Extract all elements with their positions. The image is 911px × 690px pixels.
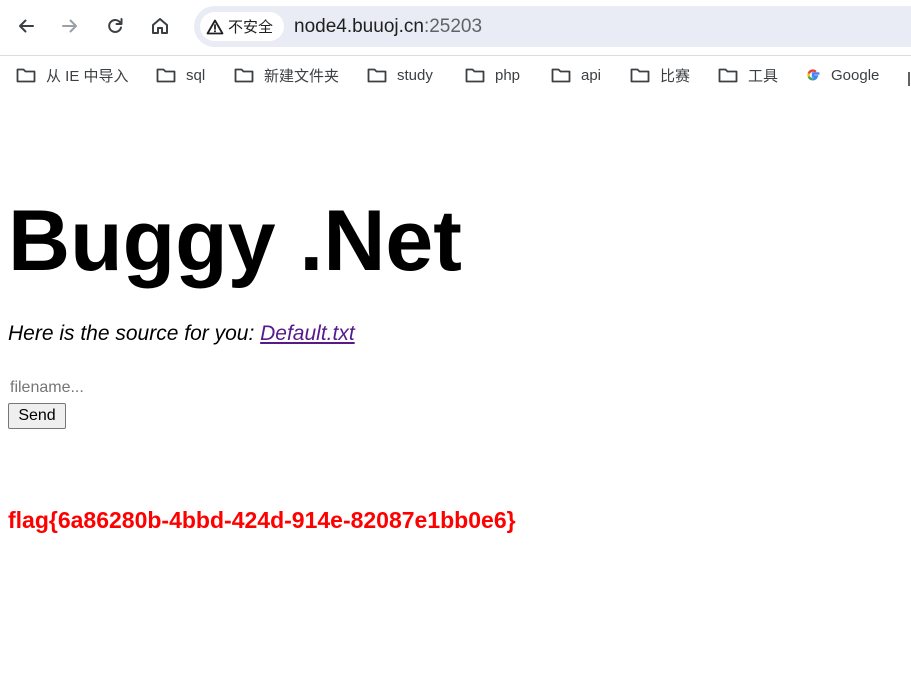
folder-icon <box>234 68 254 83</box>
bookmark-folder-sql[interactable]: sql <box>156 64 205 86</box>
back-button[interactable] <box>10 10 42 42</box>
filename-input[interactable] <box>8 377 180 399</box>
warning-icon <box>206 19 224 34</box>
bookmark-folder-php[interactable]: php <box>465 64 520 86</box>
bookmark-label: api <box>581 66 602 84</box>
address-bar[interactable]: 不安全 node4.buuoj.cn:25203 <box>194 6 911 47</box>
flag-text: flag{6a86280b-4bbd-424d-914e-82087e1bb0e… <box>8 507 516 533</box>
home-button[interactable] <box>144 10 176 42</box>
security-chip[interactable]: 不安全 <box>200 12 284 41</box>
folder-icon <box>718 68 738 83</box>
bookmark-label: Google <box>831 66 880 84</box>
source-intro: Here is the source for you: Default.txt <box>8 322 355 346</box>
bookmark-folder-ie-import[interactable]: 从 IE 中导入 <box>16 64 129 86</box>
bookmark-folder-api[interactable]: api <box>551 64 601 86</box>
google-icon <box>807 69 820 81</box>
bookmark-label: php <box>495 66 521 84</box>
bookmark-folder-new-folder[interactable]: 新建文件夹 <box>234 64 339 86</box>
folder-icon <box>551 68 571 83</box>
bookmark-google[interactable]: Google <box>804 64 879 86</box>
forward-button[interactable] <box>54 10 86 42</box>
security-label: 不安全 <box>228 19 274 36</box>
page-title: Buggy .Net <box>8 193 462 289</box>
overflow-bookmark-edge <box>908 72 910 86</box>
bookmark-folder-tools[interactable]: 工具 <box>718 64 778 86</box>
url-port: :25203 <box>423 16 483 37</box>
arrow-left-icon <box>19 19 34 33</box>
reload-button[interactable] <box>99 10 131 42</box>
bookmark-label: study <box>397 66 433 84</box>
intro-text: Here is the source for you: <box>8 322 261 345</box>
send-button[interactable]: Send <box>8 403 66 429</box>
folder-icon <box>465 68 485 83</box>
arrow-right-icon <box>62 19 77 33</box>
bookmark-label: 新建文件夹 <box>264 67 340 85</box>
folder-icon <box>367 68 387 83</box>
bookmark-folder-study[interactable]: study <box>367 64 433 86</box>
source-link[interactable]: Default.txt <box>260 322 355 345</box>
url-text[interactable]: node4.buuoj.cn:25203 <box>294 16 482 38</box>
bookmarks-bar: 从 IE 中导入 sql 新建文件夹 study php api 比赛 工具 G… <box>0 56 911 92</box>
bookmark-label: 从 IE 中导入 <box>46 67 129 85</box>
reload-icon <box>108 18 123 33</box>
bookmark-label: 比赛 <box>660 67 691 85</box>
home-icon <box>152 18 168 34</box>
bookmark-folder-contest[interactable]: 比赛 <box>630 64 690 86</box>
bookmark-label: 工具 <box>748 67 779 85</box>
folder-icon <box>16 68 36 83</box>
browser-toolbar: 不安全 node4.buuoj.cn:25203 <box>0 0 911 54</box>
folder-icon <box>630 68 650 83</box>
folder-icon <box>156 68 176 83</box>
url-host: node4.buuoj.cn <box>294 16 424 37</box>
bookmark-label: sql <box>186 66 206 84</box>
